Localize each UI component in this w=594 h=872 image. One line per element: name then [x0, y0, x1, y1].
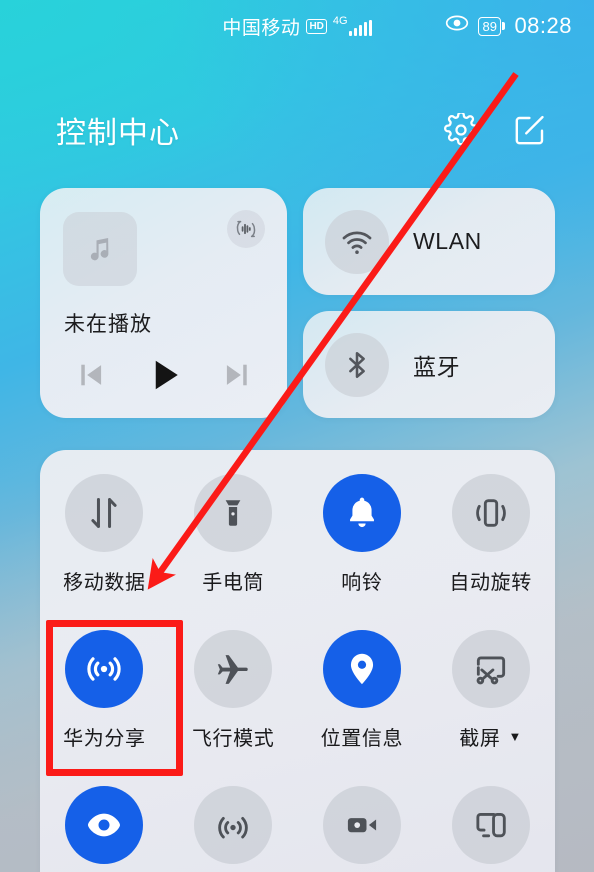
bell-icon	[349, 497, 374, 528]
gear-icon[interactable]	[444, 113, 478, 147]
toggle-label: 自动旋转	[449, 572, 532, 594]
flashlight-icon	[225, 500, 241, 526]
cast-screen-icon	[476, 812, 506, 838]
toggle-circle	[451, 474, 530, 552]
screen-record-icon	[347, 818, 376, 833]
toggle-row-1: 移动数据 手电筒 响铃 自动旋转	[40, 474, 555, 624]
next-track-icon[interactable]	[219, 356, 257, 399]
toggle-circle	[322, 630, 401, 708]
album-art-placeholder	[63, 212, 137, 286]
toggle-circle	[65, 474, 144, 552]
carrier-name: 中国移动	[222, 17, 301, 39]
quick-toggles-panel: 移动数据 手电筒 响铃 自动旋转 华为分享 飞行模式 位置信息 截屏 ▼	[40, 450, 555, 872]
audio-output-icon[interactable]	[227, 210, 265, 248]
eye-comfort-icon	[445, 15, 469, 37]
huawei-share-icon	[87, 657, 122, 681]
toggle-circle	[194, 786, 273, 864]
toggle-label: 位置信息	[320, 728, 404, 750]
toggle-mobile-data[interactable]: 移动数据	[45, 474, 163, 595]
wlan-label: WLAN	[413, 228, 482, 254]
toggle-label: 飞行模式	[191, 728, 275, 750]
edit-square-icon[interactable]	[512, 112, 548, 148]
toggle-circle	[322, 786, 401, 864]
auto-rotate-icon	[475, 499, 506, 527]
bluetooth-tile[interactable]: 蓝牙	[303, 311, 555, 418]
status-bar-right: 89 08:28	[445, 0, 572, 52]
status-bar: 中国移动 HD 4G 89 08:28	[0, 0, 594, 52]
toggle-label: 华为分享	[63, 728, 146, 750]
battery-level-label: 89	[478, 16, 501, 36]
toggle-cast-screen[interactable]	[432, 786, 550, 872]
toggle-label-text: 截屏	[459, 728, 501, 750]
status-bar-left: 中国移动 HD 4G	[222, 13, 372, 40]
wifi-icon	[325, 209, 389, 274]
top-cards-row: 未在播放 WLAN 蓝牙	[40, 188, 555, 418]
toggle-airplane-mode[interactable]: 飞行模式	[174, 630, 292, 751]
toggle-ring[interactable]: 响铃	[303, 474, 421, 595]
media-status-label: 未在播放	[64, 313, 152, 336]
toggle-row-2: 华为分享 飞行模式 位置信息 截屏 ▼	[40, 630, 555, 780]
eye-comfort-icon	[88, 813, 121, 837]
toggle-auto-rotate[interactable]: 自动旋转	[432, 474, 550, 595]
network-indicator: 4G	[333, 16, 372, 36]
toggle-label: 截屏 ▼	[459, 722, 522, 751]
previous-track-icon[interactable]	[71, 356, 109, 399]
signal-bars-icon	[348, 20, 372, 36]
control-center-header: 控制中心	[0, 95, 594, 165]
wlan-tile[interactable]: WLAN	[303, 188, 555, 295]
network-type-label: 4G	[332, 15, 348, 27]
toggle-circle	[451, 630, 530, 708]
control-center-screen: 中国移动 HD 4G 89 08:28 控制中心 未在播放 WLAN 蓝牙 移动…	[0, 0, 594, 872]
toggle-circle	[194, 474, 273, 552]
toggle-flashlight[interactable]: 手电筒	[174, 474, 292, 595]
media-controls	[40, 353, 287, 402]
media-player-card[interactable]: 未在播放	[40, 188, 287, 418]
toggle-screenshot[interactable]: 截屏 ▼	[432, 630, 550, 751]
toggle-label: 移动数据	[63, 572, 146, 594]
connectivity-column: WLAN 蓝牙	[303, 188, 555, 418]
page-title: 控制中心	[56, 117, 180, 150]
screenshot-icon	[476, 656, 505, 685]
toggle-circle	[65, 630, 144, 708]
battery-cap-icon	[502, 22, 506, 30]
bluetooth-label: 蓝牙	[413, 353, 461, 380]
airplane-icon	[217, 655, 248, 684]
music-note-icon	[90, 238, 109, 261]
chevron-down-icon[interactable]: ▼	[508, 730, 521, 743]
toggle-eye-comfort[interactable]	[45, 786, 163, 872]
bluetooth-icon	[325, 332, 389, 397]
clock-label: 08:28	[514, 13, 572, 38]
toggle-huawei-share[interactable]: 华为分享	[45, 630, 163, 751]
toggle-circle	[65, 786, 144, 864]
toggle-screen-recorder[interactable]	[303, 786, 421, 872]
play-icon[interactable]	[142, 353, 186, 402]
hotspot-icon	[218, 816, 248, 839]
location-pin-icon	[350, 653, 373, 685]
toggle-circle	[451, 786, 530, 864]
toggle-circle	[322, 474, 401, 552]
cards-region: 未在播放 WLAN 蓝牙	[40, 188, 555, 418]
toggle-location[interactable]: 位置信息	[303, 630, 421, 751]
toggle-circle	[194, 630, 273, 708]
toggle-row-3	[40, 786, 555, 872]
hd-badge-icon: HD	[306, 18, 327, 34]
mobile-data-icon	[91, 498, 117, 528]
toggle-label: 响铃	[341, 572, 383, 594]
toggle-label: 手电筒	[202, 572, 265, 594]
battery-indicator: 89	[478, 16, 506, 36]
toggle-hotspot[interactable]	[174, 786, 292, 872]
header-actions	[444, 112, 548, 148]
